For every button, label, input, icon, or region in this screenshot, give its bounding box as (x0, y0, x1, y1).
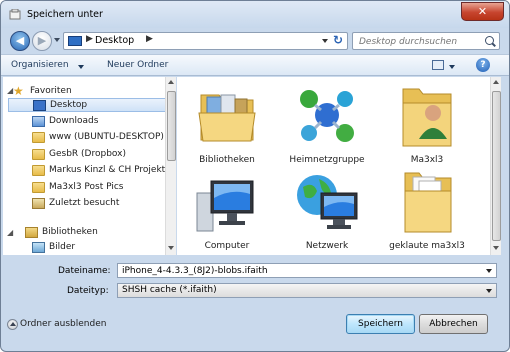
save-dialog: Speichern unter ✕ ◀ ▶ ▶ Desktop ▶ ↻ Orga… (0, 0, 510, 352)
close-icon: ✕ (477, 5, 488, 18)
filetype-value: SHSH cache (*.ifaith) (122, 285, 217, 295)
sidebar-item-label: GesbR (Dropbox) (49, 149, 126, 159)
command-bar: Organisieren Neuer Ordner ? (1, 54, 509, 76)
folder-icon (32, 149, 45, 160)
network-icon (297, 175, 358, 229)
collapse-arrow-icon[interactable]: ◢ (7, 228, 13, 237)
file-item-label: Netzwerk (305, 241, 349, 251)
file-item-libraries[interactable]: Bibliotheken (177, 81, 277, 169)
file-list-scrollbar[interactable] (490, 77, 501, 255)
file-list: Bibliotheken Heimnetzgruppe Ma3xl3 Compu… (177, 77, 490, 255)
filename-label: Dateiname: (58, 266, 111, 276)
folder-icon (32, 165, 45, 176)
libraries-icon (25, 227, 38, 238)
chevron-down-icon[interactable] (449, 65, 455, 69)
scrollbar-thumb[interactable] (492, 91, 501, 241)
search-icon[interactable] (485, 36, 494, 45)
file-item-homegroup[interactable]: Heimnetzgruppe (277, 81, 377, 169)
close-button[interactable]: ✕ (461, 2, 504, 21)
scrollbar-thumb[interactable] (167, 91, 176, 161)
title-bar: Speichern unter ✕ (1, 1, 509, 28)
address-chevron-icon[interactable]: ▶ (146, 34, 153, 44)
save-button[interactable]: Speichern (346, 314, 415, 334)
file-item-label: Ma3xl3 (410, 155, 444, 165)
file-item-label: Heimnetzgruppe (289, 155, 365, 165)
navigation-pane-scrollbar[interactable] (165, 77, 176, 255)
forward-button[interactable]: ▶ (32, 31, 52, 51)
star-icon: ★ (13, 84, 24, 98)
computer-icon (196, 180, 254, 232)
file-item-computer[interactable]: Computer (177, 169, 277, 255)
sidebar-item-desktop[interactable]: Desktop (8, 98, 165, 112)
refresh-button[interactable]: ↻ (329, 32, 347, 50)
filetype-select[interactable]: SHSH cache (*.ifaith) (117, 283, 497, 298)
filename-input[interactable] (117, 263, 497, 278)
scroll-down-icon[interactable] (168, 246, 174, 250)
scroll-down-icon[interactable] (493, 246, 499, 250)
sidebar-item-label: Bilder (49, 242, 76, 252)
navigation-pane: ◢ ★ Favoriten Desktop Downloads www (UBU… (3, 77, 165, 255)
file-item-label: geklaute ma3xl3 (389, 241, 465, 251)
chevron-down-icon[interactable] (78, 65, 84, 69)
scroll-up-icon[interactable] (493, 80, 499, 84)
homegroup-icon (300, 90, 354, 142)
file-item-network[interactable]: Netzwerk (277, 169, 377, 255)
organize-button[interactable]: Organisieren (11, 60, 69, 70)
navigation-bar: ◀ ▶ ▶ Desktop ▶ ↻ (1, 28, 509, 54)
back-button[interactable]: ◀ (10, 31, 30, 51)
filetype-label: Dateityp: (67, 286, 109, 296)
address-chevron-icon[interactable]: ▶ (86, 34, 93, 44)
window-title: Speichern unter (27, 9, 103, 20)
scroll-up-icon[interactable] (168, 80, 174, 84)
sidebar-item-label: Downloads (49, 116, 99, 126)
history-dropdown-icon[interactable] (54, 38, 60, 42)
file-item-label: Bibliotheken (199, 155, 255, 165)
view-options-icon[interactable] (432, 60, 444, 70)
file-item-user-folder[interactable]: Ma3xl3 (377, 81, 477, 169)
address-bar[interactable]: ▶ Desktop ▶ (63, 32, 348, 50)
folder-icon (32, 132, 45, 143)
user-folder-icon (402, 88, 452, 147)
cancel-button[interactable]: Abbrechen (419, 314, 488, 334)
recent-places-icon (32, 198, 45, 209)
sidebar-item-label: www (UBUNTU-DESKTOP) (49, 132, 164, 142)
file-item-folder[interactable]: geklaute ma3xl3 (377, 169, 477, 255)
new-folder-button[interactable]: Neuer Ordner (107, 60, 168, 70)
sidebar-item-label: Bibliotheken (42, 227, 98, 237)
back-arrow-icon: ◀ (15, 34, 25, 47)
refresh-icon: ↻ (332, 33, 344, 47)
forward-arrow-icon: ▶ (37, 34, 47, 47)
sidebar-item-label: Desktop (50, 100, 88, 110)
sidebar-item-label: Favoriten (30, 86, 72, 96)
help-icon: ? (480, 60, 486, 70)
sidebar-item-label: Ma3xl3 Post Pics (49, 182, 124, 192)
desktop-icon (68, 36, 82, 46)
sidebar-item-label: Zuletzt besucht (49, 198, 120, 208)
desktop-icon (33, 100, 46, 111)
folder-icon (32, 182, 45, 193)
collapse-up-icon[interactable] (7, 319, 18, 330)
chevron-down-icon[interactable] (486, 289, 492, 293)
downloads-icon (32, 116, 45, 127)
hide-folders-button[interactable]: Ordner ausblenden (20, 319, 106, 329)
folder-icon (404, 172, 452, 233)
help-button[interactable]: ? (476, 58, 490, 72)
app-icon (9, 9, 21, 20)
chevron-down-icon[interactable] (486, 269, 492, 273)
pictures-icon (32, 242, 45, 253)
file-item-label: Computer (204, 241, 250, 251)
libraries-folder-icon (198, 94, 256, 142)
address-location[interactable]: Desktop (95, 35, 134, 46)
sidebar-item-label: Markus Kinzl & CH Projekte (49, 165, 165, 175)
search-input[interactable] (352, 32, 500, 50)
